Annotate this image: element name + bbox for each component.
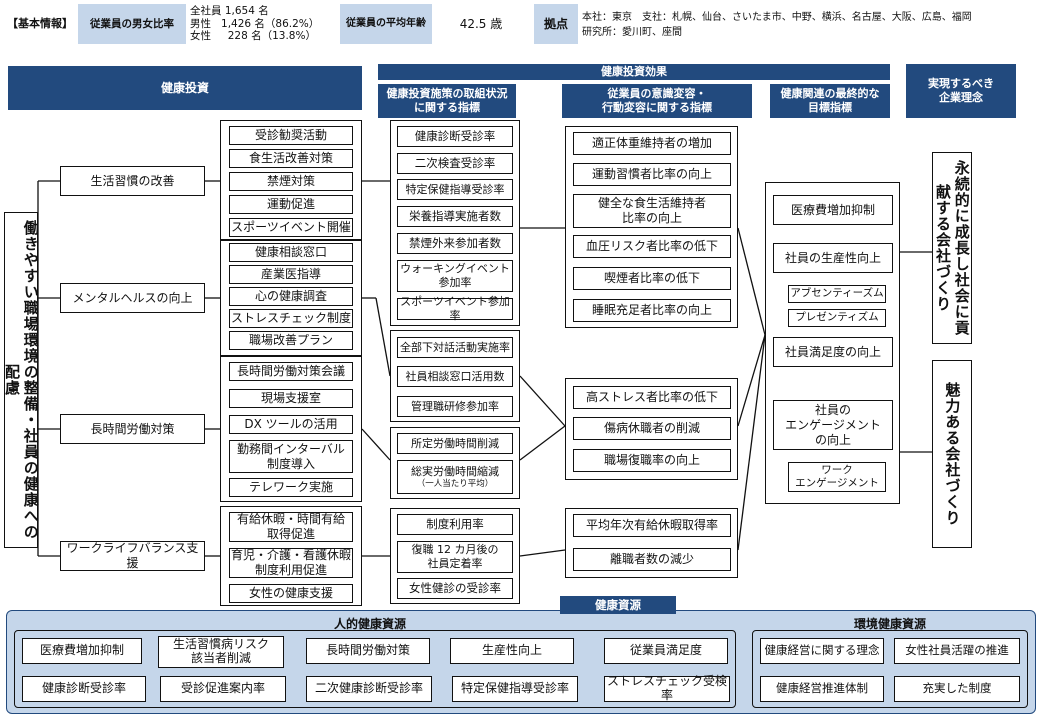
environment-resources-title: 環境健康資源	[853, 617, 926, 631]
awareness-item: 適正体重維持者の増加	[573, 132, 731, 155]
human-resource-item: 二次健康診断受診率	[306, 676, 432, 702]
indicator-item: 管理職研修参加率	[397, 396, 513, 417]
final-goal-sub-item: プレゼンティズム	[788, 309, 886, 327]
measure-item: 職場改善プラン	[229, 331, 353, 350]
environment-resource-item: 健康経営推進体制	[760, 676, 884, 702]
awareness-item: 健全な食生活維持者 比率の向上	[573, 194, 731, 228]
category-long-hours: 長時間労働対策	[60, 414, 205, 444]
indicator-item: 二次検査受診率	[397, 153, 513, 174]
indicator-item: 社員相談窓口活用数	[397, 366, 513, 387]
awareness-item: 血圧リスク者比率の低下	[573, 235, 731, 258]
measure-item: 長時間労働対策会議	[229, 362, 353, 381]
awareness-item: 平均年次有給休暇取得率	[573, 514, 731, 537]
indicator-item: 制度利用率	[397, 514, 513, 535]
environment-resource-item: 健康経営に関する理念	[760, 638, 884, 664]
awareness-item: 傷病休職者の削減	[573, 417, 731, 440]
awareness-item: 離職者数の減少	[573, 548, 731, 571]
indicator-item: 健康診断受診率	[397, 126, 513, 147]
measure-item: 食生活改善対策	[229, 149, 353, 168]
measure-item: DX ツールの活用	[229, 415, 353, 434]
measure-item: 勤務間インターバル 制度導入	[229, 440, 353, 473]
awareness-item: 運動習慣者比率の向上	[573, 163, 731, 186]
indicator-item-with-note: 総実労働時間縮減 （一人当たり平均）	[397, 460, 513, 494]
human-resource-item: 受診促進案内率	[160, 676, 286, 702]
indicator-item: 栄養指導実施者数	[397, 206, 513, 227]
awareness-item: 睡眠充足者比率の向上	[573, 299, 731, 322]
measure-item: 現場支援室	[229, 389, 353, 408]
measure-item: テレワーク実施	[229, 478, 353, 497]
measure-item: 有給休暇・時間有給 取得促進	[229, 512, 353, 542]
category-work-life-balance: ワークライフバランス支援	[60, 541, 205, 571]
measure-item: スポーツイベント開催	[229, 218, 353, 237]
environment-resource-item: 女性社員活躍の推進	[894, 638, 1020, 664]
measure-item: 心の健康調査	[229, 287, 353, 306]
indicator-item: 禁煙外来参加者数	[397, 233, 513, 254]
awareness-item: 喫煙者比率の低下	[573, 267, 731, 290]
measure-item: 産業医指導	[229, 265, 353, 284]
left-vertical-statement: 働きやすい職場環境の整備・社員の健康への配慮	[3, 212, 40, 548]
indicator-note: （一人当たり平均）	[416, 478, 494, 489]
indicator-item: 女性健診の受診率	[397, 578, 513, 599]
human-resources-title: 人的健康資源	[333, 617, 406, 631]
measure-item: 禁煙対策	[229, 172, 353, 191]
philosophy-attractive-company: 魅力ある会社づくり	[932, 360, 972, 548]
human-resource-item: 健康診断受診率	[22, 676, 146, 702]
human-resource-item: 医療費増加抑制	[22, 638, 142, 664]
measure-item: 女性の健康支援	[229, 584, 353, 603]
final-goal-item: 社員満足度の向上	[773, 337, 893, 367]
human-resource-item: 生産性向上	[450, 638, 574, 664]
category-lifestyle: 生活習慣の改善	[60, 166, 205, 196]
measure-item: 受診勧奨活動	[229, 126, 353, 145]
final-goal-item: 社員の エンゲージメント の向上	[773, 400, 893, 450]
human-resource-item: ストレスチェック受検率	[604, 674, 730, 702]
final-goal-sub-item: ワーク エンゲージメント	[788, 462, 886, 492]
measure-item: 運動促進	[229, 195, 353, 214]
indicator-item: 特定保健指導受診率	[397, 179, 513, 200]
measure-item: 健康相談窓口	[229, 243, 353, 262]
philosophy-sustainable-growth: 永続的に成長し社会に貢献する会社づくり	[932, 152, 972, 344]
final-goal-sub-item: アブセンティーズム	[788, 285, 886, 303]
indicator-item: スポーツイベント参加率	[397, 295, 513, 322]
final-goal-item: 社員の生産性向上	[773, 243, 893, 273]
indicator-item-label: 総実労働時間縮減	[411, 464, 499, 478]
human-resource-item: 従業員満足度	[604, 638, 728, 664]
awareness-item: 職場復職率の向上	[573, 449, 731, 472]
indicator-item: ウォーキングイベント 参加率	[397, 260, 513, 292]
human-resource-item: 長時間労働対策	[306, 638, 430, 664]
category-mental-health: メンタルヘルスの向上	[60, 283, 205, 313]
environment-resource-item: 充実した制度	[894, 676, 1020, 702]
indicator-item: 全部下対話活動実施率	[397, 337, 513, 358]
awareness-item: 高ストレス者比率の低下	[573, 386, 731, 409]
indicator-item: 所定労働時間削減	[397, 433, 513, 454]
final-goal-item: 医療費増加抑制	[773, 195, 893, 225]
indicator-item: 復職 12 カ月後の 社員定着率	[397, 541, 513, 573]
measure-item: ストレスチェック制度	[229, 309, 353, 328]
human-resource-item: 特定保健指導受診率	[452, 676, 578, 702]
measure-item: 育児・介護・看護休暇 制度利用促進	[229, 548, 353, 578]
resources-title: 健康資源	[560, 596, 676, 614]
human-resource-item: 生活習慣病リスク 該当者削減	[158, 636, 284, 668]
